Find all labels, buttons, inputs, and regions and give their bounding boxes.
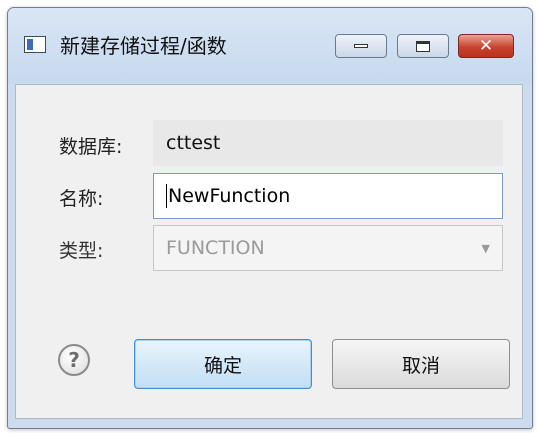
database-label: 数据库:: [59, 136, 123, 158]
ok-button[interactable]: 确定: [134, 339, 312, 389]
help-icon[interactable]: ?: [58, 344, 90, 376]
type-selected-value: FUNCTION: [166, 237, 265, 259]
title-bar[interactable]: 新建存储过程/函数 ✕: [8, 8, 532, 84]
cancel-button[interactable]: 取消: [332, 339, 510, 389]
database-field: cttest: [153, 120, 503, 166]
text-caret: [166, 184, 167, 208]
dialog-window: 新建存储过程/函数 ✕ 数据库: cttest 名称: NewFunction …: [7, 7, 533, 429]
dialog-body: 数据库: cttest 名称: NewFunction 类型: FUNCTION…: [15, 84, 523, 419]
close-button[interactable]: ✕: [458, 34, 514, 58]
minimize-button[interactable]: [335, 34, 387, 58]
app-icon-stripe: [27, 39, 33, 50]
name-value: NewFunction: [168, 185, 291, 207]
window-title: 新建存储过程/函数: [60, 34, 227, 58]
type-label: 类型:: [59, 240, 104, 262]
type-select[interactable]: FUNCTION ▼: [153, 225, 503, 271]
app-window-icon: [24, 36, 46, 53]
maximize-button[interactable]: [397, 34, 449, 58]
minimize-icon: [354, 44, 368, 48]
close-icon: ✕: [478, 35, 494, 56]
maximize-icon: [416, 40, 430, 52]
chevron-down-icon: ▼: [481, 241, 490, 255]
database-value: cttest: [166, 132, 221, 154]
name-label: 名称:: [59, 188, 104, 210]
name-input[interactable]: NewFunction: [153, 173, 503, 219]
